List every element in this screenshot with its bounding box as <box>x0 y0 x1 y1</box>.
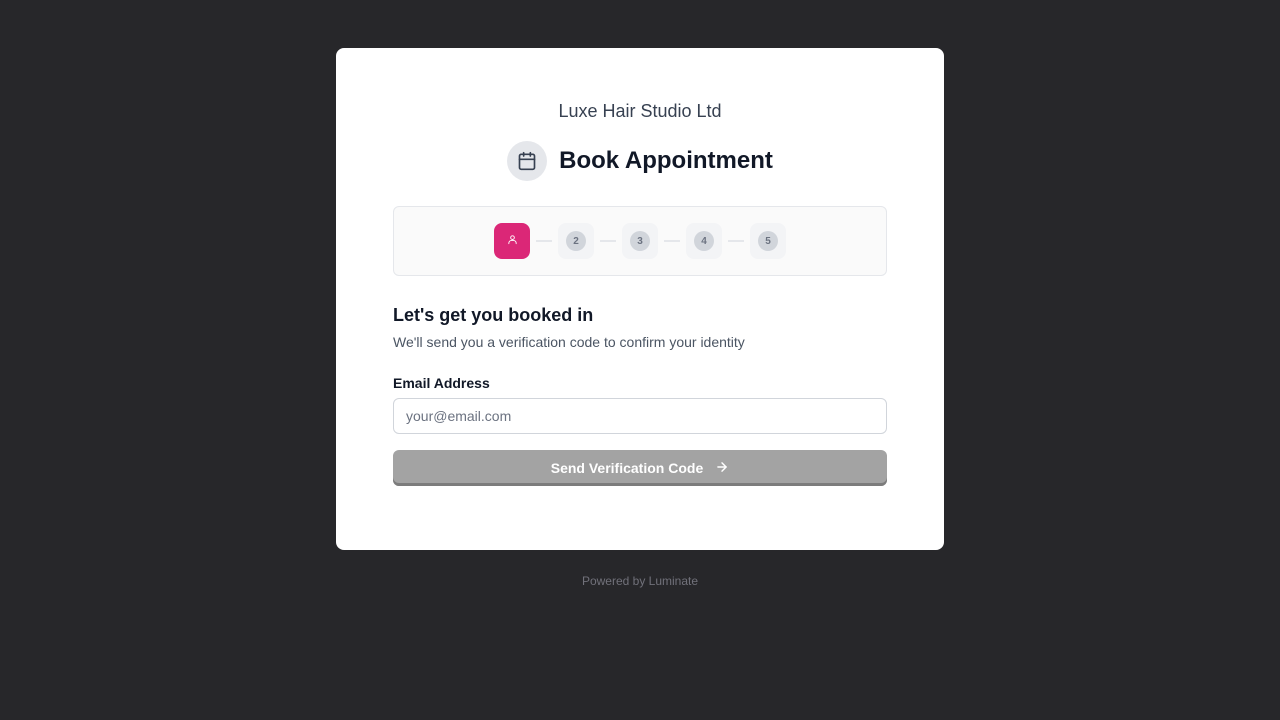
step-connector <box>728 240 744 242</box>
step-number: 2 <box>566 231 586 251</box>
arrow-right-icon <box>715 460 729 477</box>
user-icon <box>507 232 518 250</box>
email-input[interactable] <box>393 398 887 434</box>
powered-by-footer: Powered by Luminate <box>581 574 699 588</box>
step-connector <box>600 240 616 242</box>
calendar-icon <box>507 141 548 181</box>
email-label: Email Address <box>393 375 490 391</box>
step-connector <box>664 240 680 242</box>
step-number: 5 <box>758 231 778 251</box>
business-name: Luxe Hair Studio Ltd <box>558 101 722 121</box>
step-number: 4 <box>694 231 714 251</box>
send-button-label: Send Verification Code <box>550 460 704 476</box>
step-3: 3 <box>622 223 658 259</box>
page-title: Book Appointment <box>559 147 773 174</box>
step-4: 4 <box>686 223 722 259</box>
step-5: 5 <box>750 223 786 259</box>
progress-stepper: 2 3 4 5 <box>393 206 887 276</box>
step-2: 2 <box>558 223 594 259</box>
send-verification-code-button[interactable]: Send Verification Code <box>393 450 887 486</box>
step-1 <box>494 223 530 259</box>
section-title: Let's get you booked in <box>393 305 594 325</box>
step-connector <box>536 240 552 242</box>
section-description: We'll send you a verification code to co… <box>393 334 745 350</box>
booking-card: Luxe Hair Studio Ltd Book Appointment 2 <box>336 48 944 550</box>
step-number: 3 <box>630 231 650 251</box>
title-row: Book Appointment <box>393 141 887 181</box>
